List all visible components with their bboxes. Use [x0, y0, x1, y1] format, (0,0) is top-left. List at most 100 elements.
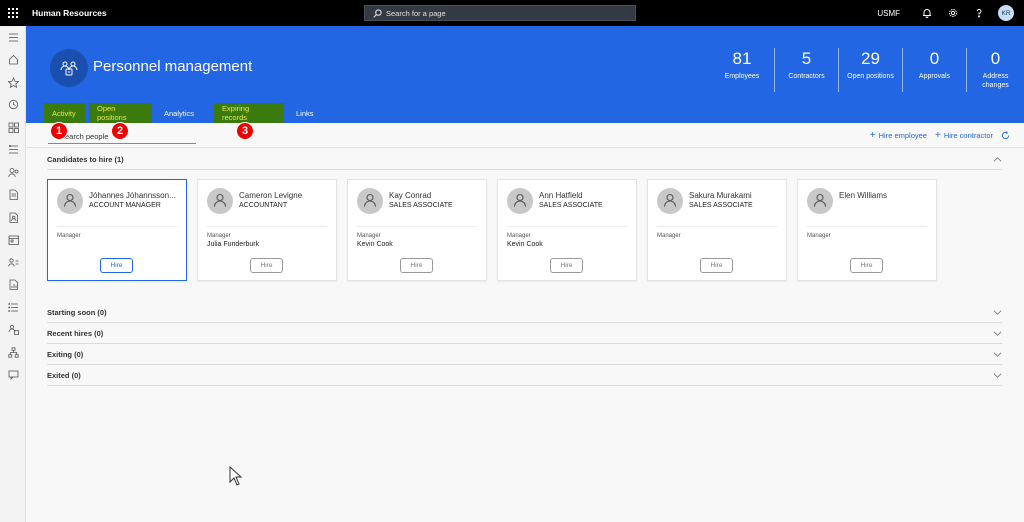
- kpi-label: Address changes: [982, 73, 1009, 89]
- manager-name: Julia Funderburk: [207, 241, 260, 248]
- card-divider: [507, 226, 627, 227]
- bell-icon[interactable]: [914, 0, 940, 26]
- section-title: Recent hires (0): [47, 328, 104, 338]
- page-search-placeholder: Search for a page: [386, 8, 446, 18]
- calendar-icon[interactable]: [0, 229, 26, 252]
- chevron-down-icon[interactable]: [993, 308, 1002, 317]
- hire-button[interactable]: Hire: [100, 258, 133, 273]
- org-chart-icon[interactable]: [0, 319, 26, 342]
- tab-links[interactable]: Links: [288, 103, 322, 123]
- kpi-employees[interactable]: 81 Employees: [710, 48, 774, 92]
- chevron-down-icon[interactable]: [993, 371, 1002, 380]
- person-icon: [362, 192, 378, 210]
- card-divider: [807, 226, 927, 227]
- kpi-value: 29: [861, 49, 880, 68]
- app-launcher-icon[interactable]: [0, 0, 26, 26]
- home-icon[interactable]: [0, 49, 26, 72]
- kpi-value: 81: [732, 49, 752, 68]
- company-selector[interactable]: USMF: [877, 9, 900, 18]
- left-navigation: [0, 26, 26, 522]
- section-header[interactable]: Starting soon (0): [47, 302, 1002, 323]
- person-icon: [512, 192, 528, 210]
- hire-employee-label: Hire employee: [878, 131, 927, 140]
- candidate-card[interactable]: Jóhannes Jóhannsson... ACCOUNT MANAGER Man…: [47, 179, 187, 281]
- hire-contractor-button[interactable]: + Hire contractor: [935, 130, 993, 141]
- hire-button[interactable]: Hire: [400, 258, 433, 273]
- section-title: Starting soon (0): [47, 307, 107, 317]
- kpi-approvals[interactable]: 0 Approvals: [902, 48, 966, 92]
- kpi-address-changes[interactable]: 0 Address changes: [966, 48, 1024, 92]
- annotation-badge-1: 1: [50, 122, 68, 140]
- kpi-contractors[interactable]: 5 Contractors: [774, 48, 838, 92]
- candidate-card[interactable]: Elen Williams Manager Hire: [797, 179, 937, 281]
- card-divider: [57, 226, 177, 227]
- star-icon[interactable]: [0, 71, 26, 94]
- kpi-value: 0: [929, 49, 940, 68]
- candidate-job-title: SALES ASSOCIATE: [539, 202, 603, 209]
- report-icon[interactable]: [0, 274, 26, 297]
- hire-button[interactable]: Hire: [550, 258, 583, 273]
- hire-button[interactable]: Hire: [250, 258, 283, 273]
- section-header[interactable]: Exiting (0): [47, 344, 1002, 365]
- avatar: [807, 188, 833, 214]
- top-bar: Human Resources Search for a page USMF K…: [0, 0, 1024, 26]
- kpi-value: 0: [990, 49, 1001, 68]
- avatar: [657, 188, 683, 214]
- candidate-card[interactable]: Ann Hatfield SALES ASSOCIATE Manager Kevin …: [497, 179, 637, 281]
- candidate-card[interactable]: Cameron Levigne ACCOUNTANT Manager Julia Fu…: [197, 179, 337, 281]
- person-icon: [62, 192, 78, 210]
- hierarchy-icon[interactable]: [0, 341, 26, 364]
- hire-contractor-label: Hire contractor: [943, 131, 993, 140]
- person-list-icon[interactable]: [0, 251, 26, 274]
- user-avatar[interactable]: KR: [998, 5, 1014, 21]
- refresh-icon[interactable]: [1001, 131, 1010, 140]
- section-candidates-header[interactable]: Candidates to hire (1): [47, 150, 1002, 170]
- avatar: [357, 188, 383, 214]
- collapsed-sections: Starting soon (0) Recent hires (0) Exiting…: [26, 302, 1024, 386]
- chevron-down-icon[interactable]: [993, 329, 1002, 338]
- help-icon[interactable]: [966, 0, 992, 26]
- candidate-card[interactable]: Sakura Murakami SALES ASSOCIATE Manager Hir…: [647, 179, 787, 281]
- list-icon[interactable]: [0, 296, 26, 319]
- person-icon: [662, 192, 678, 210]
- workspace-tabs: Activity Open positions Analytics Expiri…: [44, 103, 326, 123]
- mouse-cursor-icon: [229, 466, 243, 486]
- section-header[interactable]: Exited (0): [47, 365, 1002, 386]
- hire-button[interactable]: Hire: [850, 258, 883, 273]
- document-person-icon[interactable]: [0, 206, 26, 229]
- person-icon: [812, 192, 828, 210]
- people-icon[interactable]: [0, 161, 26, 184]
- tab-analytics[interactable]: Analytics: [156, 103, 202, 123]
- plus-icon: +: [869, 130, 876, 141]
- candidate-card[interactable]: Kay Conrad SALES ASSOCIATE Manager Kevin Co…: [347, 179, 487, 281]
- recent-icon[interactable]: [0, 94, 26, 117]
- section-header[interactable]: Recent hires (0): [47, 323, 1002, 344]
- app-title[interactable]: Human Resources: [32, 8, 107, 18]
- toolbar: Search people + Hire employee + Hire contr…: [26, 123, 1024, 148]
- annotation-badge-2: 2: [111, 122, 129, 140]
- tab-expiring-records[interactable]: Expiring records: [214, 103, 285, 123]
- hire-employee-button[interactable]: + Hire employee: [870, 130, 927, 141]
- person-icon: [212, 192, 228, 210]
- chevron-up-icon[interactable]: [993, 155, 1002, 164]
- page-title: Personnel management: [93, 58, 253, 75]
- candidate-name: Cameron Levigne: [239, 191, 303, 200]
- kpi-open-positions[interactable]: 29 Open positions: [838, 48, 902, 92]
- hamburger-icon[interactable]: [0, 26, 26, 49]
- candidate-name: Elen Williams: [839, 191, 888, 200]
- chevron-down-icon[interactable]: [993, 350, 1002, 359]
- gear-icon[interactable]: [940, 0, 966, 26]
- modules-icon[interactable]: [0, 139, 26, 162]
- card-divider: [207, 226, 327, 227]
- tab-activity[interactable]: Activity: [44, 103, 85, 123]
- kpi-label: Contractors: [788, 73, 825, 80]
- tab-open-positions[interactable]: Open positions: [89, 103, 152, 123]
- kpi-label: Open positions: [847, 73, 894, 80]
- section-title: Candidates to hire (1): [47, 155, 124, 164]
- candidate-name: Jóhannes Jóhannsson...: [89, 191, 176, 200]
- page-search-input[interactable]: Search for a page: [364, 5, 636, 21]
- document-icon[interactable]: [0, 184, 26, 207]
- message-icon[interactable]: [0, 364, 26, 387]
- workspaces-icon[interactable]: [0, 116, 26, 139]
- hire-button[interactable]: Hire: [700, 258, 733, 273]
